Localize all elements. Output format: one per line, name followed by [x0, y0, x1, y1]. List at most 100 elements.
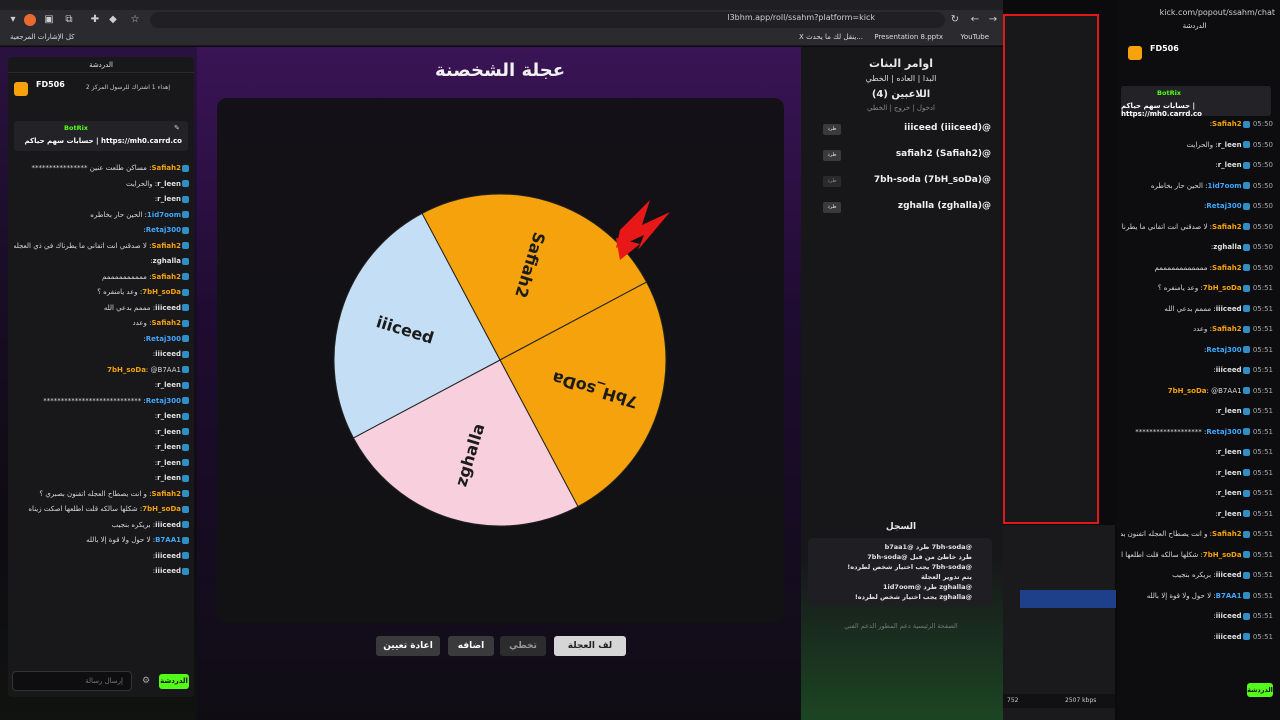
chat-username[interactable]: Safiah2	[1212, 325, 1242, 333]
kick-player-button[interactable]: طرد	[823, 150, 841, 161]
bookmark-x[interactable]: X ينقل لك ما يحدث...	[799, 33, 863, 41]
back-icon[interactable]: ←	[968, 13, 982, 27]
left-chat-input[interactable]: إرسال رسالة	[12, 671, 132, 691]
chat-username[interactable]: r_leen	[157, 443, 181, 451]
chat-username[interactable]: iiiceed	[155, 552, 181, 560]
chat-username[interactable]: iiiceed	[155, 304, 181, 312]
chat-username[interactable]: Safiah2	[151, 242, 181, 250]
reload-icon[interactable]: ↻	[948, 13, 962, 27]
message-time: 05:50	[1252, 140, 1273, 149]
chat-username[interactable]: B7AA1	[155, 536, 181, 544]
chat-username[interactable]: Safiah2	[1212, 264, 1242, 272]
chat-username[interactable]: iiiceed	[1216, 305, 1242, 313]
user-badge-icon	[1242, 469, 1250, 476]
chat-username[interactable]: Retaj300	[146, 397, 181, 405]
chat-username[interactable]: r_leen	[1218, 489, 1242, 497]
chat-username[interactable]: 7bH_soDa	[1203, 551, 1242, 559]
chat-username[interactable]: zghalla	[1213, 243, 1241, 251]
chat-username[interactable]: Safiah2	[151, 164, 181, 172]
chat-username[interactable]: Safiah2	[1212, 120, 1242, 128]
left-chat-send-button[interactable]: الدردشة	[159, 674, 189, 689]
spin-wheel-button[interactable]: لف العجلة	[554, 636, 626, 656]
right-pinned-message: BotRix حسابات سهم حياكم | https://mh0.ca…	[1121, 86, 1271, 118]
pinned-text[interactable]: حسابات سهم حياكم | https://mh0.carrd.co	[1121, 102, 1265, 118]
tab-menu-icon[interactable]: ▾	[6, 13, 20, 27]
chat-username[interactable]: Retaj300	[146, 335, 181, 343]
chat-username[interactable]: iiiceed	[155, 521, 181, 529]
message-time: 05:51	[1252, 632, 1273, 641]
bookmark-youtube[interactable]: YouTube	[961, 33, 989, 41]
footer-links[interactable]: الصفحة الرئيسية دعم المطور الدعم الفني	[805, 622, 997, 630]
settings-icon[interactable]: ⚙	[142, 676, 150, 686]
chat-username[interactable]: r_leen	[157, 180, 181, 188]
chat-username[interactable]: Safiah2	[1212, 530, 1242, 538]
chat-username[interactable]: iiiceed	[155, 567, 181, 575]
chat-username[interactable]: 7bH_soDa	[142, 505, 181, 513]
chat-username[interactable]: 1id7oom	[1208, 182, 1242, 190]
chat-username[interactable]: r_leen	[1218, 448, 1242, 456]
pinned-text[interactable]: حسابات سهم حياكم | https://mh0.carrd.co	[25, 137, 182, 145]
bookmark-all[interactable]: كل الإشارات المرجعية	[10, 33, 75, 41]
chat-username[interactable]: iiiceed	[1216, 366, 1242, 374]
status-bar: 752 2507 kbps	[1003, 694, 1115, 708]
add-button[interactable]: اضافه	[448, 636, 494, 656]
chat-username[interactable]: 1id7oom	[147, 211, 181, 219]
chat-username[interactable]: zghalla	[153, 257, 181, 265]
chat-message: Safiah2: لا صدقني انت اتفاني ما يطرناك ف…	[14, 242, 190, 254]
chat-username[interactable]: r_leen	[157, 459, 181, 467]
chat-username[interactable]: Retaj300	[146, 226, 181, 234]
chat-username[interactable]: r_leen	[1218, 161, 1242, 169]
tabs-icon[interactable]: ⧉	[62, 13, 76, 27]
chat-username[interactable]: Retaj300	[1206, 202, 1241, 210]
chat-username[interactable]: 7bH_soDa	[142, 288, 181, 296]
user-badge-icon	[1242, 284, 1250, 292]
forward-icon[interactable]: →	[986, 13, 1000, 27]
chat-username[interactable]: r_leen	[157, 428, 181, 436]
chat-username[interactable]: Safiah2	[151, 273, 181, 281]
chat-username[interactable]: B7AA1	[1216, 592, 1242, 600]
chat-username[interactable]: 7bH_soDa	[1168, 387, 1207, 395]
kick-player-button[interactable]: طرد	[823, 202, 841, 213]
address-bar[interactable]: l3bhm.app/roll/ssahm?platform=kick	[150, 12, 945, 28]
chat-username[interactable]: r_leen	[157, 474, 181, 482]
chat-username[interactable]: Retaj300	[1206, 346, 1241, 354]
chat-username[interactable]: Safiah2	[151, 319, 181, 327]
reset-button[interactable]: اعادة تعيين	[376, 636, 440, 656]
skip-button[interactable]: تخطي	[500, 636, 546, 656]
chat-text: والحرايت	[1186, 140, 1214, 149]
browser-profile-icon[interactable]	[24, 14, 36, 26]
sidebar-icon[interactable]: ▣	[42, 13, 56, 27]
user-badge-icon	[182, 350, 189, 358]
chat-username[interactable]: Retaj300	[1206, 428, 1241, 436]
user-badge-icon	[182, 226, 189, 234]
chat-username[interactable]: Safiah2	[151, 490, 181, 498]
chat-username[interactable]: iiiceed	[1216, 571, 1242, 579]
chat-username[interactable]: r_leen	[157, 195, 181, 203]
kick-player-button[interactable]: طرد	[823, 176, 841, 187]
chat-username[interactable]: r_leen	[157, 412, 181, 420]
chat-username[interactable]: iiiceed	[155, 350, 181, 358]
right-chat-header: الدردشة	[1182, 22, 1207, 30]
left-chat-messages: Safiah2: مساكن طلعت عنين ***************…	[14, 164, 190, 664]
chat-username[interactable]: 7bH_soDa	[107, 366, 146, 374]
chat-message: Safiah2: وعدد	[14, 319, 190, 331]
obs-source-row[interactable]	[1020, 590, 1116, 608]
pin-icon[interactable]: ✎	[174, 124, 180, 132]
chat-username[interactable]: r_leen	[1218, 510, 1242, 518]
spin-wheel[interactable]: Safiah27bH_soDazghallaiiiceed	[320, 180, 680, 540]
chat-username[interactable]: iiiceed	[1216, 612, 1242, 620]
chat-message: 05:50 Safiah2: لا صدقني انت اتفاني ما يط…	[1121, 223, 1273, 235]
chat-username[interactable]: 7bH_soDa	[1203, 284, 1242, 292]
kick-player-button[interactable]: طرد	[823, 124, 841, 135]
extension-icon[interactable]: ✚	[88, 13, 102, 27]
bookmark-presentation[interactable]: Presentation 8.pptx	[874, 33, 943, 41]
chat-username[interactable]: r_leen	[157, 381, 181, 389]
chat-username[interactable]: iiiceed	[1216, 633, 1242, 641]
chat-username[interactable]: r_leen	[1218, 469, 1242, 477]
star-icon[interactable]: ☆	[128, 13, 142, 27]
chat-username[interactable]: r_leen	[1218, 407, 1242, 415]
diamond-icon[interactable]: ◆	[106, 13, 120, 27]
chat-username[interactable]: Safiah2	[1212, 223, 1242, 231]
right-chat-send-button[interactable]: الدردشة	[1247, 683, 1273, 697]
chat-username[interactable]: r_leen	[1218, 141, 1242, 149]
